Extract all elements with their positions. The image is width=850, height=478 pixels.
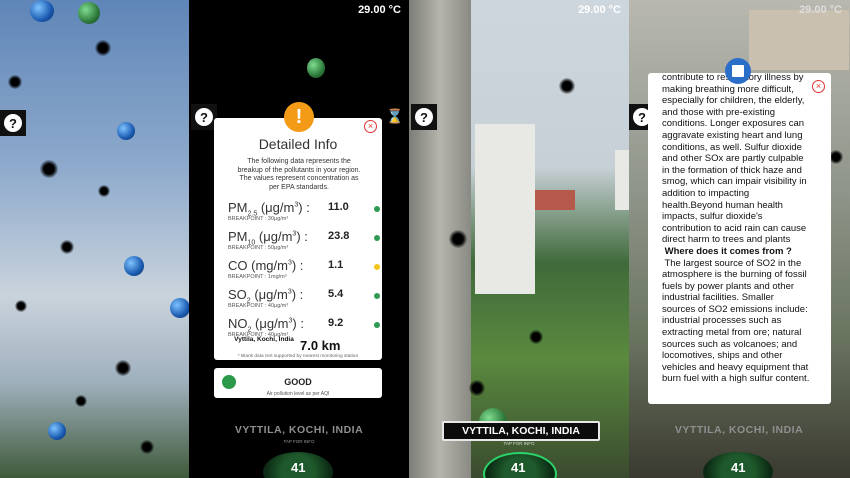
info-text-line: and other SOx are partly culpable (662, 153, 804, 165)
help-icon: ? (195, 108, 213, 126)
info-text-line: impacts, sulfur dioxide's (662, 211, 763, 223)
pollutant-label: CO (mg/m3) : (228, 258, 304, 273)
info-text-line: atmosphere is the burning of fossil (662, 269, 807, 281)
hourglass-icon: ⌛ (386, 108, 404, 124)
info-text-line: burn fuel with a high sulfur content. (662, 373, 810, 385)
info-text-line: direct harm to trees and plants (662, 234, 791, 246)
pollutant-info-screen: 29.00 °C ? contribute to respiratory ill… (629, 0, 850, 478)
pollutant-value: 5.4 (328, 288, 344, 300)
status-dot (374, 322, 380, 328)
help-button[interactable]: ? (0, 110, 26, 136)
temperature-readout: 29.00 °C (799, 4, 842, 16)
aqi-status-subtitle: Air pollution level as per AQI (266, 391, 330, 397)
info-text-line: and those with pre-existing (662, 106, 776, 118)
info-text-line: vehicles and heavy equipment that (662, 361, 809, 373)
info-text-line: industrial facilities. Smaller (662, 292, 774, 304)
help-icon: ? (415, 108, 433, 126)
book-icon[interactable] (725, 58, 751, 84)
info-text-line: extracting metal from ore; natural (662, 327, 802, 339)
card-title: Detailed Info (258, 136, 338, 152)
info-text-line: aggravate existing heart and lung (662, 129, 803, 141)
location-label[interactable]: VYTTILA, KOCHI, INDIA (654, 424, 824, 436)
info-text-line: locomotives, ships and other (662, 350, 783, 362)
pollutant-value: 23.8 (328, 230, 350, 242)
pollutant-label: PM10 (μg/m3) : (228, 229, 308, 247)
close-icon: × (367, 121, 374, 131)
info-text-line: industrial processes such as (662, 315, 782, 327)
info-text-line: sources such as volcanoes; and (662, 338, 798, 350)
info-text-line: in the formation of thick haze and (662, 164, 802, 176)
card-description: The following data represents the breaku… (237, 158, 361, 191)
pollutant-orb (117, 122, 135, 140)
tap-for-info-hint: TAP FOR INFO (283, 439, 315, 444)
pollutant-orb (30, 0, 54, 22)
pollutant-orb (48, 422, 66, 440)
tap-for-info-hint: TAP FOR INFO (503, 441, 535, 446)
info-text-line: The largest source of SO2 in the (662, 257, 802, 269)
info-text-line: health.Beyond human health (662, 199, 783, 211)
ar-camera-view-sky: ? (0, 0, 189, 478)
location-label: VYTTILA, KOCHI, INDIA (462, 425, 580, 437)
station-name: Vyttila, Kochi, India (234, 336, 294, 343)
aqi-value[interactable]: 41 (731, 460, 745, 475)
footnote: * Blank data isnt supported by nearest m… (237, 354, 359, 359)
temperature-readout: 29.00 °C (358, 4, 401, 16)
pollutant-breakpoint: BREAKPOINT : 40μg/m³ (228, 303, 289, 309)
info-text-line: especially for children, the elderly, (662, 95, 805, 107)
help-button[interactable]: ? (411, 104, 437, 130)
detailed-info-screen: 29.00 °C ? ⌛ × Detailed Info The followi… (189, 0, 409, 478)
pollutant-value: 1.1 (328, 259, 344, 271)
info-text-line: making breathing more difficult, (662, 83, 794, 95)
info-text-line: conditions. Longer exposures can (662, 118, 805, 130)
pollutant-label: PM2.5 (μg/m3) : (228, 200, 310, 218)
location-label[interactable]: VYTTILA, KOCHI, INDIA (214, 424, 384, 436)
aqi-value[interactable]: 41 (291, 460, 305, 475)
pollutant-value: 11.0 (328, 201, 349, 213)
pollutant-row: PM10 (μg/m3) : BREAKPOINT : 50μg/m³ 23.8 (228, 229, 380, 255)
pollutant-label: NO2 (μg/m3) : (228, 316, 304, 334)
pollutant-row: SO2 (μg/m3) : BREAKPOINT : 40μg/m³ 5.4 (228, 287, 380, 313)
station-distance: 7.0 km (300, 338, 341, 353)
info-heading: Where does it comes from ? (662, 245, 792, 257)
info-text-line: addition to impacting (662, 187, 750, 199)
pollutant-orb (170, 298, 189, 318)
detailed-info-card: × Detailed Info The following data repre… (214, 118, 382, 360)
info-text-line: sources of SO2 emissions include: (662, 303, 808, 315)
info-text-line: contribution to acid rain can cause (662, 222, 807, 234)
status-dot (374, 206, 380, 212)
pollutant-breakpoint: BREAKPOINT : 1mg/m³ (228, 274, 287, 280)
close-button[interactable]: × (364, 120, 377, 133)
pollutant-orb (78, 2, 100, 24)
aqi-value[interactable]: 41 (511, 460, 525, 475)
help-icon: ? (4, 114, 22, 132)
pollutant-breakpoint: BREAKPOINT : 50μg/m³ (228, 245, 289, 251)
info-text: contribute to respiratory illness bymaki… (662, 73, 822, 385)
pollutant-orb (307, 58, 325, 78)
aqi-status-label: GOOD (284, 377, 312, 387)
pollutant-orb (124, 256, 144, 276)
info-text-line: smog, which can impair visibility in (662, 176, 807, 188)
pollutant-row: CO (mg/m3) : BREAKPOINT : 1mg/m³ 1.1 (228, 258, 380, 284)
pollutant-info-card: contribute to respiratory illness bymaki… (648, 73, 831, 404)
close-icon: × (815, 81, 822, 91)
status-dot (374, 235, 380, 241)
status-dot (374, 264, 380, 270)
warning-icon: ! (284, 102, 314, 132)
pollutant-value: 9.2 (328, 317, 344, 329)
aqi-status-card[interactable]: GOOD Air pollution level as per AQI (214, 368, 382, 398)
location-banner[interactable]: VYTTILA, KOCHI, INDIA (442, 421, 600, 441)
status-dot (374, 293, 380, 299)
close-button[interactable]: × (812, 80, 825, 93)
pollutant-row: PM2.5 (μg/m3) : BREAKPOINT : 30μg/m³ 11.0 (228, 200, 380, 226)
ar-camera-view-building: 29.00 °C ? VYTTILA, KOCHI, INDIA TAP FOR… (409, 0, 629, 478)
info-text-line: conditions, as well. Sulfur dioxide (662, 141, 802, 153)
pollutant-label: SO2 (μg/m3) : (228, 287, 304, 305)
temperature-readout: 29.00 °C (578, 4, 621, 16)
pollutant-breakpoint: BREAKPOINT : 30μg/m³ (228, 216, 289, 222)
info-text-line: fuels by power plants and other (662, 280, 795, 292)
